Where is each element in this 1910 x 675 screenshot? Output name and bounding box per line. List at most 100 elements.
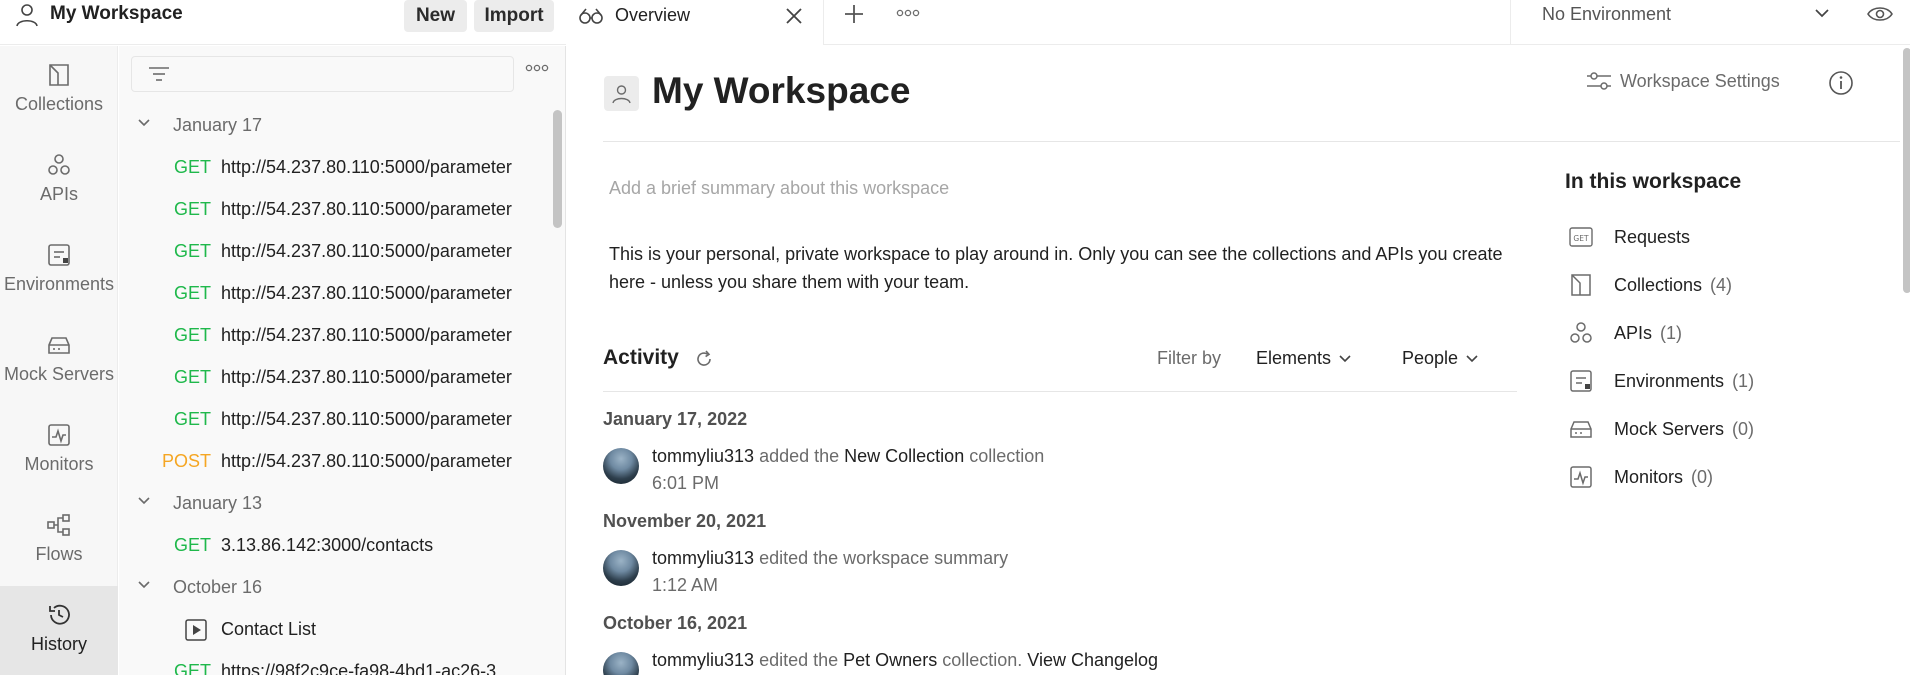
- in-this-workspace-title: In this workspace: [1565, 170, 1742, 193]
- people-filter-dropdown[interactable]: People: [1402, 348, 1479, 369]
- new-button[interactable]: New: [404, 0, 467, 32]
- more-options-icon[interactable]: [525, 64, 549, 72]
- history-request[interactable]: GET http://54.237.80.110:5000/parameter: [150, 315, 550, 355]
- collections-icon: [46, 62, 72, 88]
- sidebar-item-mock-servers[interactable]: Mock Servers: [0, 316, 118, 406]
- tab-label: Overview: [615, 5, 691, 25]
- request-url: http://54.237.80.110:5000/parameter: [221, 240, 512, 261]
- activity-entry: tommyliu313 added the New Collection col…: [652, 446, 1044, 467]
- activity-user[interactable]: tommyliu313: [652, 548, 754, 568]
- svg-text:GET: GET: [1573, 234, 1589, 243]
- sidebar-item-label: Environments: [3, 274, 115, 294]
- workspace-item-environments[interactable]: Environments (1): [1568, 364, 1754, 398]
- tab-overview[interactable]: Overview: [566, 0, 824, 45]
- workspace-item-label: Mock Servers: [1614, 418, 1725, 439]
- history-request[interactable]: GET http://54.237.80.110:5000/parameter: [150, 273, 550, 313]
- elements-filter-dropdown[interactable]: Elements: [1256, 348, 1352, 369]
- divider: [603, 141, 1900, 142]
- workspace-item-count: (0): [1691, 466, 1714, 487]
- sidebar-item-flows[interactable]: Flows: [0, 496, 118, 586]
- activity-action: edited the: [759, 650, 839, 670]
- history-request[interactable]: GET http://54.237.80.110:5000/parameter: [150, 357, 550, 397]
- import-button[interactable]: Import: [474, 0, 554, 32]
- workspace-item-count: (1): [1660, 322, 1683, 343]
- workspace-item-count: (4): [1710, 274, 1733, 295]
- request-url: http://54.237.80.110:5000/parameter: [221, 198, 512, 219]
- filter-icon[interactable]: [148, 65, 170, 85]
- flows-icon: [46, 512, 72, 538]
- requests-icon: GET: [1568, 224, 1594, 250]
- workspace-name[interactable]: My Workspace: [50, 3, 183, 25]
- chevron-down-icon: [1466, 354, 1478, 362]
- history-request[interactable]: GET http://54.237.80.110:5000/parameter: [150, 147, 550, 187]
- workspace-item-collections[interactable]: Collections (4): [1568, 268, 1732, 302]
- environment-select[interactable]: No Environment: [1542, 4, 1671, 25]
- request-url: https://98f2c9ce-fa98-4bd1-ac26-3: [221, 660, 497, 675]
- workspace-description[interactable]: This is your personal, private workspace…: [609, 240, 1529, 296]
- request-url: http://54.237.80.110:5000/parameter: [221, 324, 512, 345]
- new-tab-icon[interactable]: [842, 2, 866, 26]
- page-title[interactable]: My Workspace: [652, 70, 910, 112]
- eye-icon[interactable]: [1866, 2, 1894, 26]
- sidebar-item-label: Mock Servers: [3, 364, 115, 384]
- history-request[interactable]: GET http://54.237.80.110:5000/parameter: [150, 231, 550, 271]
- workspace-item-monitors[interactable]: Monitors (0): [1568, 460, 1713, 494]
- info-icon[interactable]: [1828, 70, 1854, 96]
- filter-by-label: Filter by: [1157, 348, 1222, 368]
- sidebar-item-environments[interactable]: Environments: [0, 226, 118, 316]
- history-request[interactable]: GET 3.13.86.142:3000/contacts: [150, 525, 550, 565]
- sidebar-item-collections[interactable]: Collections: [0, 46, 118, 136]
- request-url: Contact List: [221, 618, 317, 639]
- request-url: http://54.237.80.110:5000/parameter: [221, 408, 512, 429]
- view-changelog-link[interactable]: View Changelog: [1027, 650, 1158, 670]
- sidebar-item-monitors[interactable]: Monitors: [0, 406, 118, 496]
- more-options-icon[interactable]: [896, 9, 920, 17]
- workspace-item-label: Environments: [1614, 370, 1725, 391]
- request-url: http://54.237.80.110:5000/parameter: [221, 450, 512, 471]
- activity-entry: tommyliu313 edited the Pet Owners collec…: [652, 650, 1158, 671]
- activity-title: Activity: [603, 346, 679, 369]
- history-group-label: October 16: [173, 576, 263, 597]
- activity-suffix: collection: [969, 446, 1045, 466]
- activity-suffix: collection.: [942, 650, 1023, 670]
- avatar[interactable]: [603, 550, 639, 586]
- activity-target-link[interactable]: New Collection: [844, 446, 964, 466]
- workspace-avatar: [604, 76, 639, 111]
- history-flow-item[interactable]: Contact List: [150, 609, 550, 649]
- tab-bar: Overview No Environment: [566, 0, 1910, 45]
- close-icon[interactable]: [784, 6, 804, 26]
- history-request[interactable]: GET http://54.237.80.110:5000/parameter: [150, 399, 550, 439]
- activity-user[interactable]: tommyliu313: [652, 446, 754, 466]
- history-request[interactable]: GET http://54.237.80.110:5000/parameter: [150, 189, 550, 229]
- sidebar-item-history[interactable]: History: [0, 586, 118, 675]
- workspace-item-apis[interactable]: APIs (1): [1568, 316, 1682, 350]
- refresh-icon[interactable]: [694, 349, 714, 369]
- workspace-item-label: Monitors: [1614, 466, 1684, 487]
- activity-date: October 16, 2021: [603, 613, 748, 633]
- main-scrollbar[interactable]: [1903, 48, 1910, 293]
- workspace-item-count: (0): [1732, 418, 1755, 439]
- people-filter-label: People: [1402, 348, 1459, 368]
- request-method: GET: [174, 408, 212, 429]
- request-method: GET: [174, 156, 212, 177]
- chevron-down-icon[interactable]: [1814, 7, 1830, 19]
- workspace-item-mock-servers[interactable]: Mock Servers (0): [1568, 412, 1754, 446]
- history-icon: [46, 602, 72, 628]
- activity-target-link[interactable]: Pet Owners: [843, 650, 937, 670]
- history-filter-input[interactable]: [131, 56, 514, 92]
- activity-action: edited the workspace summary: [759, 548, 1009, 568]
- history-request[interactable]: POST http://54.237.80.110:5000/parameter: [150, 441, 550, 481]
- sidebar-item-label: Collections: [14, 94, 104, 114]
- sidebar-item-apis[interactable]: APIs: [0, 136, 118, 226]
- avatar[interactable]: [603, 448, 639, 484]
- activity-user[interactable]: tommyliu313: [652, 650, 754, 670]
- environments-icon: [46, 242, 72, 268]
- environments-icon: [1568, 368, 1594, 394]
- history-request[interactable]: GET https://98f2c9ce-fa98-4bd1-ac26-3: [150, 651, 550, 675]
- activity-time: 1:12 AM: [652, 575, 719, 595]
- avatar[interactable]: [603, 652, 639, 675]
- workspace-summary-input[interactable]: Add a brief summary about this workspace: [609, 178, 949, 199]
- history-scrollbar[interactable]: [553, 110, 562, 228]
- workspace-settings-button[interactable]: Workspace Settings: [1586, 70, 1780, 92]
- workspace-item-requests[interactable]: GET Requests: [1568, 220, 1698, 254]
